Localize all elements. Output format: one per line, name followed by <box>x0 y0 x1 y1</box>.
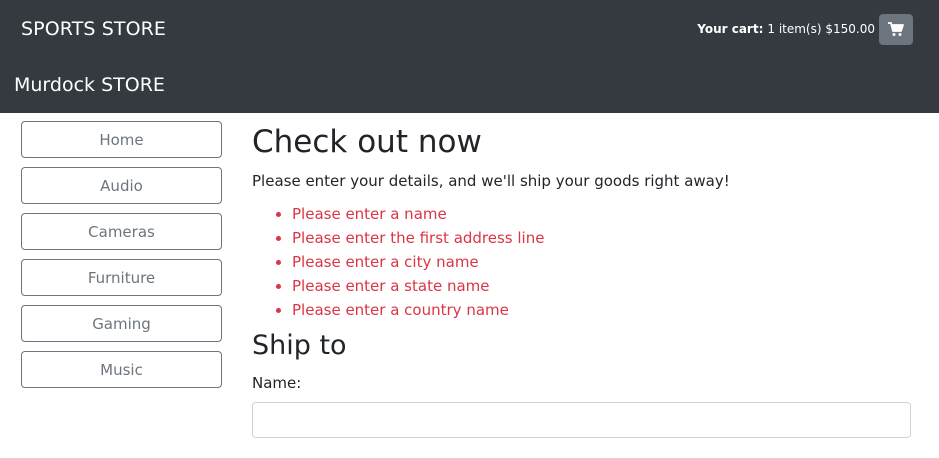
validation-error: Please enter a state name <box>292 274 914 298</box>
category-button-gaming[interactable]: Gaming <box>21 305 222 342</box>
category-button-audio[interactable]: Audio <box>21 167 222 204</box>
category-button-home[interactable]: Home <box>21 121 222 158</box>
ship-to-heading: Ship to <box>252 330 347 361</box>
cart-item-total: 1 item(s) $150.00 <box>767 22 875 36</box>
store-subtitle: Murdock STORE <box>14 74 165 96</box>
name-label: Name: <box>252 374 302 392</box>
category-button-furniture[interactable]: Furniture <box>21 259 222 296</box>
category-sidebar: Home Audio Cameras Furniture Gaming Musi… <box>21 121 222 397</box>
name-input[interactable] <box>252 402 911 438</box>
validation-error: Please enter a name <box>292 202 914 226</box>
shopping-cart-icon <box>888 21 904 36</box>
cart-button[interactable] <box>879 13 913 45</box>
top-navbar: SPORTS STORE Murdock STORE Your cart: 1 … <box>0 0 939 113</box>
cart-summary: Your cart: 1 item(s) $150.00 <box>697 13 913 45</box>
checkout-form: Check out now Please enter your details,… <box>252 121 914 438</box>
validation-error: Please enter a country name <box>292 298 914 322</box>
page-title: Check out now <box>252 124 482 160</box>
cart-label: Your cart: <box>697 22 764 36</box>
checkout-intro: Please enter your details, and we'll shi… <box>252 172 730 190</box>
validation-errors: Please enter a name Please enter the fir… <box>252 202 914 322</box>
validation-error: Please enter a city name <box>292 250 914 274</box>
category-button-cameras[interactable]: Cameras <box>21 213 222 250</box>
category-button-music[interactable]: Music <box>21 351 222 388</box>
store-brand[interactable]: SPORTS STORE <box>21 18 166 40</box>
validation-error: Please enter the first address line <box>292 226 914 250</box>
